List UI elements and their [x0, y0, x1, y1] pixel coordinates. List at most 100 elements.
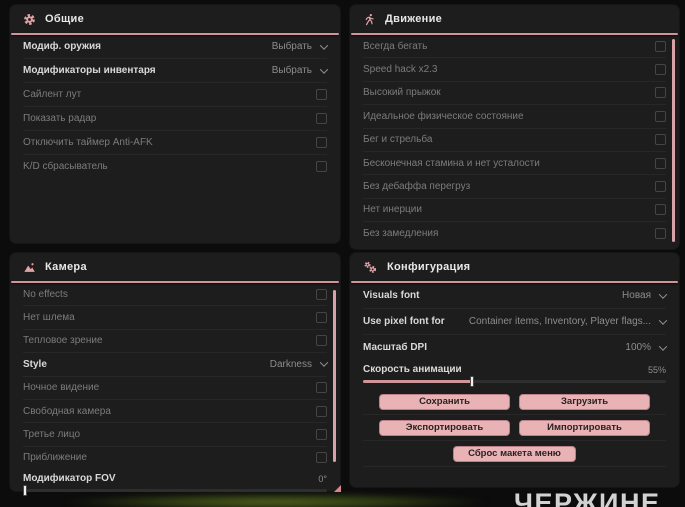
panel-movement: Движение Всегда бегать Speed hack x2.3 В… [350, 5, 679, 249]
row-thermal-vision[interactable]: Тепловое зрение [23, 330, 327, 354]
no-effects-checkbox[interactable] [316, 288, 327, 300]
chevron-down-icon [658, 315, 668, 325]
row-label: Отключить таймер Anti-AFK [23, 137, 153, 148]
perfect-condition-checkbox[interactable] [655, 110, 666, 122]
row-silent-loot[interactable]: Сайлент лут [23, 83, 327, 107]
row-show-radar[interactable]: Показать радар [23, 107, 327, 131]
kd-resetter-checkbox[interactable] [316, 161, 327, 172]
row-run-and-shoot[interactable]: Бег и стрельба [363, 129, 666, 152]
export-button[interactable]: Экспортировать [379, 419, 510, 436]
night-vision-checkbox[interactable] [316, 382, 327, 394]
row-label: Нет шлема [23, 312, 75, 324]
row-dpi-scale: Масштаб DPI 100% [363, 335, 668, 360]
button-row-export-import: Экспортировать Импортировать [363, 415, 666, 441]
animation-speed-thumb[interactable] [470, 376, 475, 387]
high-jump-checkbox[interactable] [655, 87, 666, 99]
zoom-checkbox[interactable] [316, 452, 327, 464]
row-perfect-condition[interactable]: Идеальное физическое состояние [363, 105, 666, 129]
row-no-effects[interactable]: No effects [23, 283, 327, 307]
row-night-vision[interactable]: Ночное видение [23, 377, 327, 400]
row-visuals-font: Visuals font Новая [363, 283, 668, 309]
row-high-jump[interactable]: Высокий прыжок [363, 82, 666, 106]
row-no-helmet[interactable]: Нет шлема [23, 306, 327, 330]
row-label: Сайлент лут [23, 89, 82, 100]
chevron-down-icon [658, 289, 668, 299]
row-label: Без замедления [363, 227, 439, 239]
row-anti-afk-timer[interactable]: Отключить таймер Anti-AFK [23, 131, 327, 155]
no-slowdown-checkbox[interactable] [655, 227, 666, 239]
reset-menu-layout-button[interactable]: Сброс макета меню [453, 445, 576, 462]
dpi-scale-select[interactable]: 100% [625, 341, 668, 353]
row-infinite-stamina[interactable]: Бесконечная стамина и нет усталости [363, 152, 666, 176]
movement-scrollbar[interactable] [672, 39, 675, 242]
row-label: No effects [23, 288, 68, 300]
anti-afk-checkbox[interactable] [316, 137, 327, 148]
weapon-mod-select[interactable]: Выбрать [272, 40, 329, 52]
no-overload-debuff-checkbox[interactable] [655, 181, 666, 193]
thermal-vision-checkbox[interactable] [316, 335, 327, 347]
visuals-font-select[interactable]: Новая [622, 289, 668, 301]
speed-hack-checkbox[interactable] [655, 64, 666, 76]
row-pixel-font: Use pixel font for Container items, Inve… [363, 309, 668, 335]
row-zoom[interactable]: Приближение [23, 447, 327, 469]
row-label: Speed hack x2.3 [363, 64, 438, 76]
panel-title: Конфигурация [387, 261, 471, 273]
animation-speed-block: Скорость анимации 55% [350, 360, 679, 387]
style-select[interactable]: Darkness [270, 358, 329, 370]
row-no-slowdown[interactable]: Без замедления [363, 222, 666, 244]
save-button[interactable]: Сохранить [379, 393, 510, 410]
always-run-checkbox[interactable] [655, 40, 666, 52]
fov-slider-thumb[interactable] [23, 485, 27, 497]
free-camera-checkbox[interactable] [316, 405, 327, 417]
row-label: Бесконечная стамина и нет усталости [363, 157, 540, 169]
fov-modifier-label: Модификатор FOV [23, 473, 116, 485]
row-speed-hack[interactable]: Speed hack x2.3 [363, 58, 666, 82]
fov-modifier-block: Модификатор FOV 0° [10, 469, 340, 497]
chevron-down-icon [658, 341, 668, 351]
panel-movement-header[interactable]: Движение [350, 5, 679, 33]
fov-slider[interactable] [23, 485, 327, 497]
infinite-stamina-checkbox[interactable] [655, 157, 666, 169]
animation-speed-value: 55% [647, 364, 666, 375]
row-free-camera[interactable]: Свободная камера [23, 400, 327, 424]
panel-general-header[interactable]: Общие [10, 5, 340, 33]
panel-general: Общие Модиф. оружия Выбрать Модификаторы… [10, 5, 340, 243]
row-kd-resetter[interactable]: K/D сбрасыватель [23, 155, 327, 178]
row-no-inertia[interactable]: Нет инерции [363, 199, 666, 223]
inventory-mods-select[interactable]: Выбрать [272, 64, 329, 76]
panel-camera-header[interactable]: Камера [10, 253, 340, 281]
row-label: Без дебаффа перегруз [363, 181, 471, 193]
import-button[interactable]: Импортировать [519, 419, 650, 436]
show-radar-checkbox[interactable] [316, 113, 327, 124]
row-label: Visuals font [363, 290, 420, 301]
pixel-font-select[interactable]: Container items, Inventory, Player flags… [469, 315, 668, 327]
silent-loot-checkbox[interactable] [316, 89, 327, 100]
animation-speed-fill [363, 380, 473, 383]
mod-menu-overlay: Общие Модиф. оружия Выбрать Модификаторы… [0, 0, 685, 507]
run-and-shoot-checkbox[interactable] [655, 134, 666, 146]
row-label: Масштаб DPI [363, 342, 427, 353]
panel-config-header[interactable]: Конфигурация [350, 253, 679, 281]
button-row-reset: Сброс макета меню [363, 441, 666, 467]
double-gear-icon [364, 261, 377, 273]
row-no-overload-debuff[interactable]: Без дебаффа перегруз [363, 175, 666, 199]
no-inertia-checkbox[interactable] [655, 204, 666, 216]
row-third-person[interactable]: Третье лицо [23, 423, 327, 447]
row-label: Style [23, 358, 47, 370]
load-button[interactable]: Загрузить [519, 393, 650, 410]
camera-scrollbar[interactable] [333, 290, 336, 462]
row-label: Приближение [23, 452, 87, 464]
row-label: Идеальное физическое состояние [363, 110, 524, 122]
animation-speed-slider[interactable] [363, 376, 666, 387]
panel-resize-grip[interactable] [334, 485, 341, 492]
third-person-checkbox[interactable] [316, 429, 327, 441]
row-always-run[interactable]: Всегда бегать [363, 35, 666, 59]
animation-speed-label: Скорость анимации [363, 364, 462, 375]
row-label: Ночное видение [23, 382, 100, 394]
fov-modifier-value: 0° [318, 473, 327, 484]
no-helmet-checkbox[interactable] [316, 312, 327, 324]
row-style: Style Darkness [23, 353, 329, 377]
row-label: Свободная камера [23, 405, 111, 417]
row-inventory-mods: Модификаторы инвентаря Выбрать [23, 59, 329, 83]
row-label: Use pixel font for [363, 316, 445, 327]
